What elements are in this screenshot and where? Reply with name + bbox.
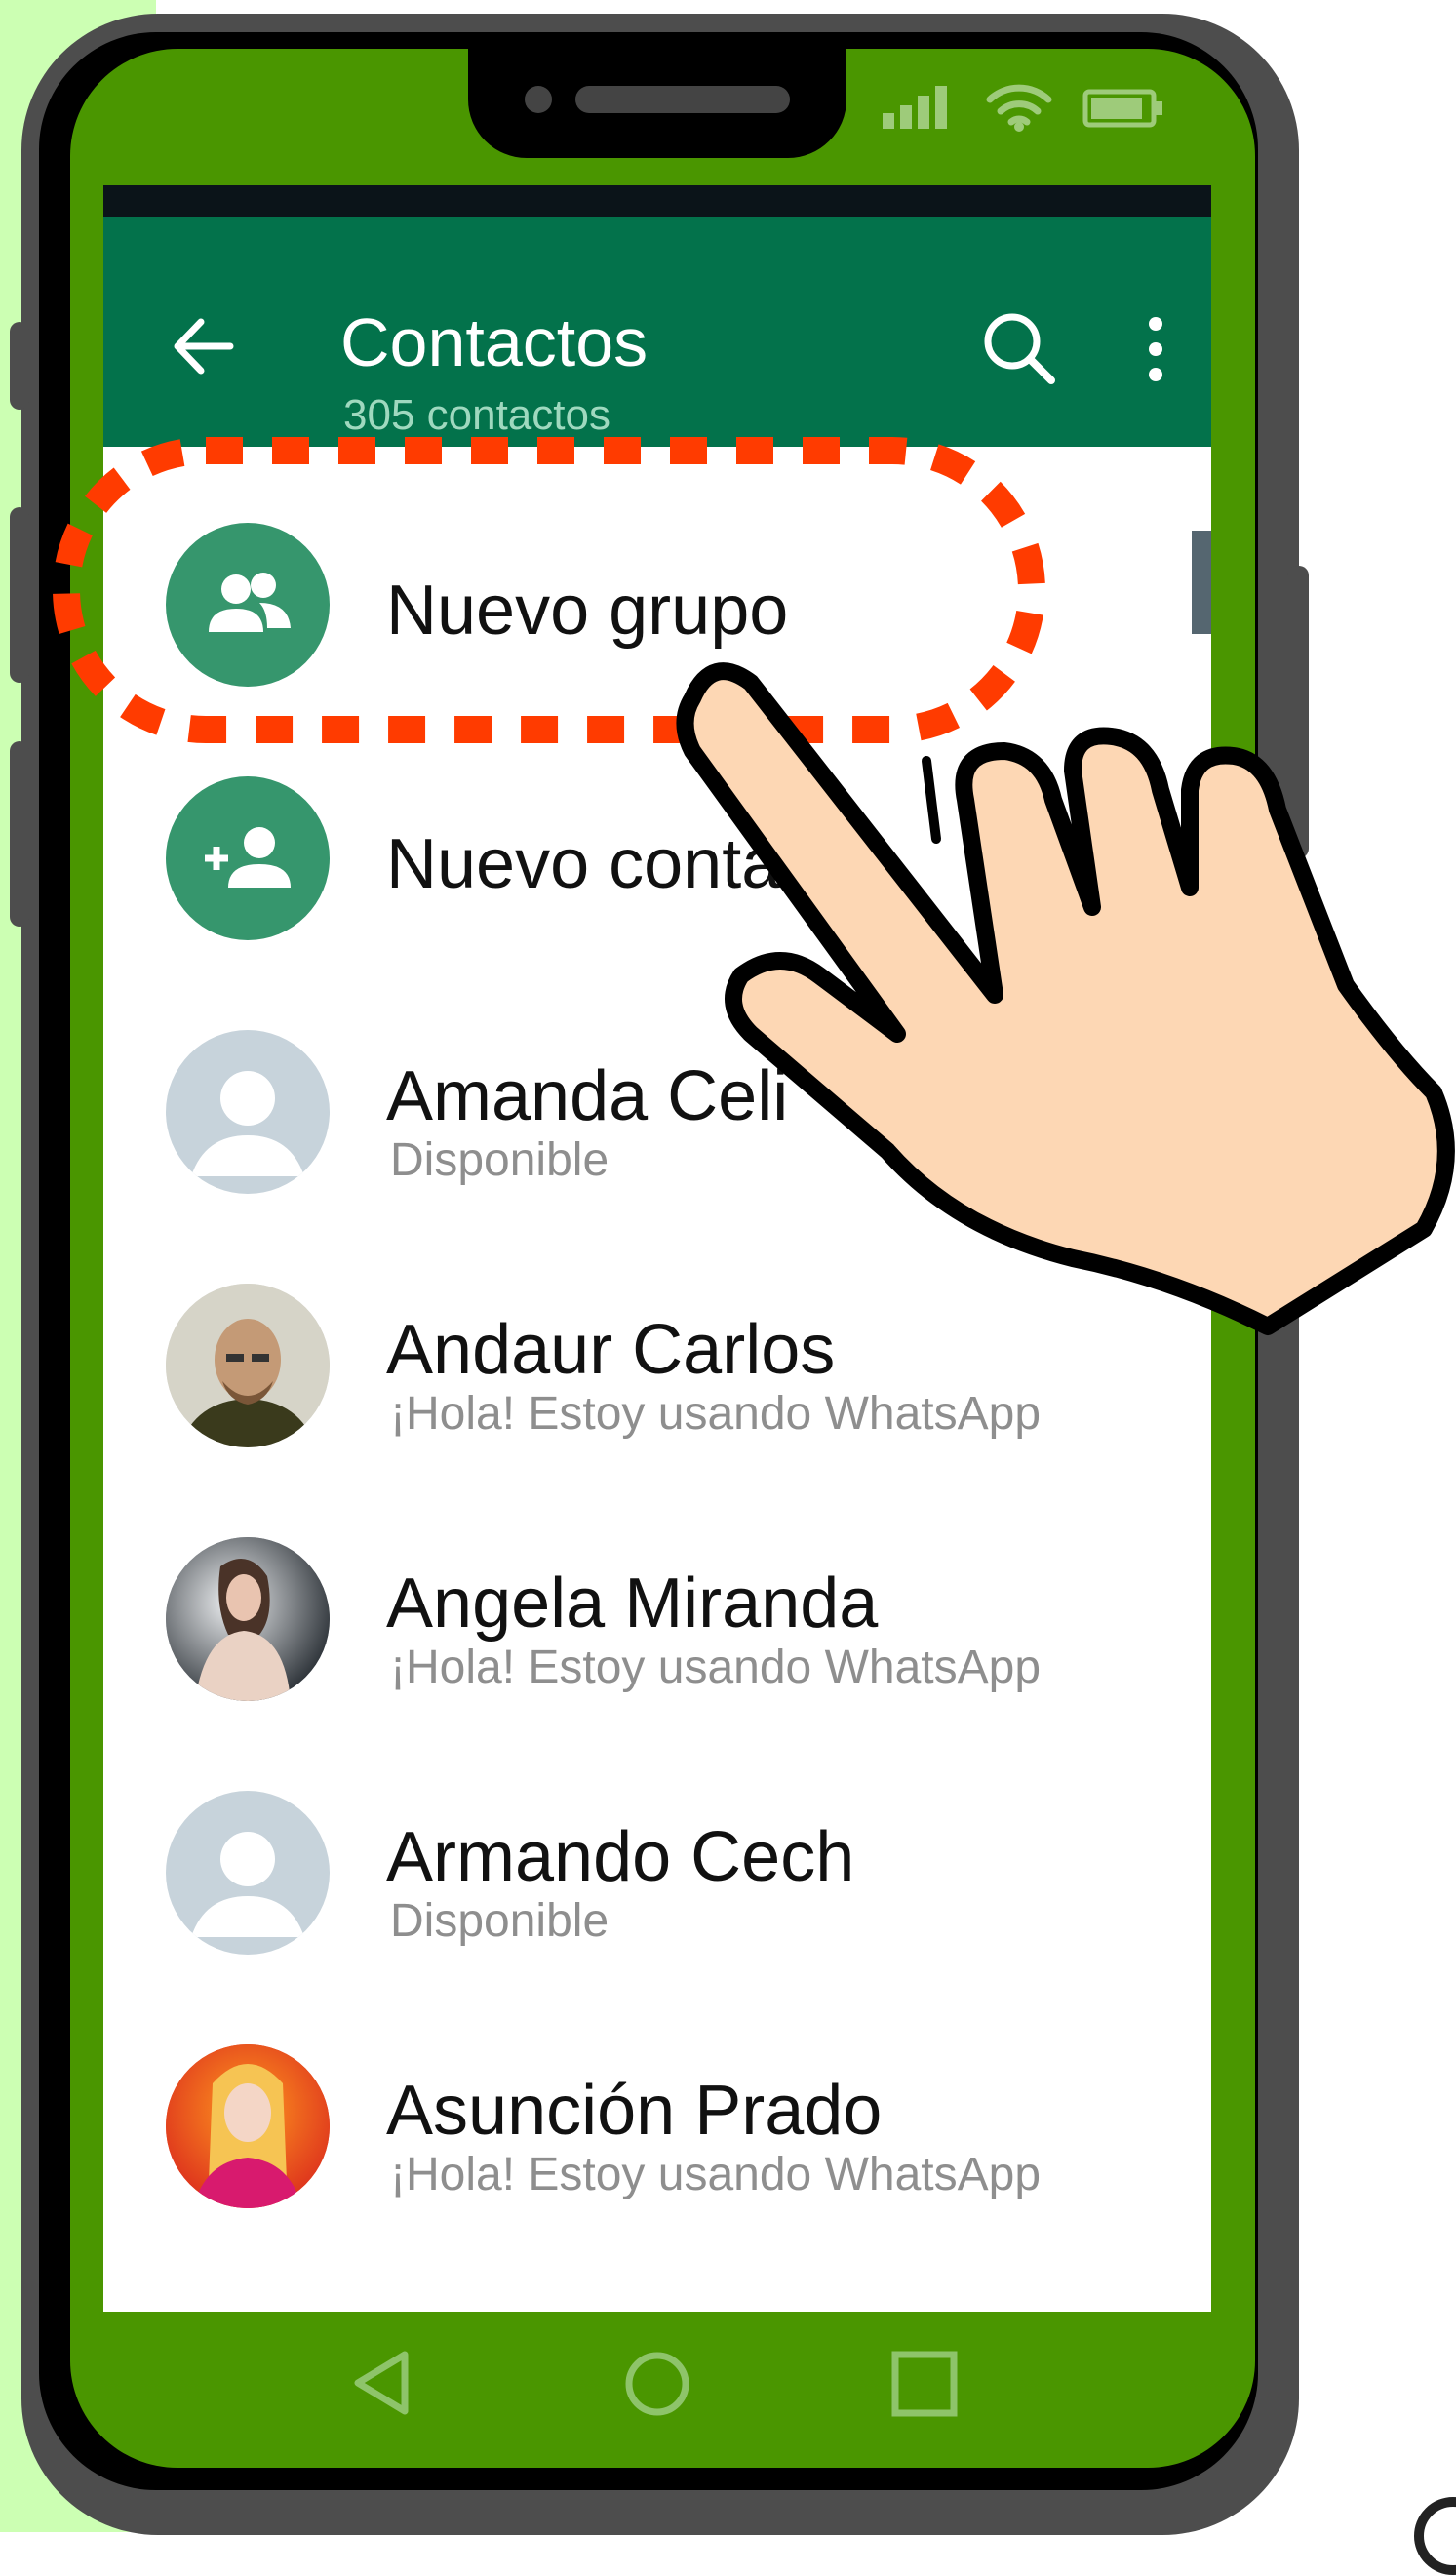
front-camera bbox=[525, 86, 552, 113]
signal-icon bbox=[883, 86, 947, 129]
wifi-icon bbox=[986, 84, 1052, 126]
page-title: Contactos bbox=[340, 304, 649, 380]
square-recents-icon[interactable] bbox=[889, 2349, 960, 2419]
contact-row[interactable]: Asunción Prado ¡Hola! Estoy usando Whats… bbox=[103, 1970, 1211, 2224]
contact-name: Asunción Prado bbox=[386, 2072, 883, 2150]
contact-status: ¡Hola! Estoy usando WhatsApp bbox=[390, 1642, 1042, 1693]
app-bar: Contactos 305 contactos bbox=[103, 217, 1211, 447]
contact-status: ¡Hola! Estoy usando WhatsApp bbox=[390, 1388, 1042, 1440]
triangle-back-icon[interactable] bbox=[348, 2349, 416, 2417]
default-avatar-icon bbox=[166, 1030, 330, 1194]
hand-pointer-icon bbox=[676, 662, 1455, 1335]
contact-row[interactable]: Angela Miranda ¡Hola! Estoy usando Whats… bbox=[103, 1463, 1211, 1717]
phone-side-button bbox=[10, 322, 29, 410]
contact-status: ¡Hola! Estoy usando WhatsApp bbox=[390, 2149, 1042, 2200]
person-add-icon bbox=[166, 776, 330, 940]
more-vert-icon[interactable] bbox=[1143, 314, 1168, 384]
navigation-bar bbox=[70, 2314, 1255, 2450]
contact-name: Armando Cech bbox=[386, 1818, 855, 1896]
avatar bbox=[166, 1537, 330, 1701]
circle-home-icon[interactable] bbox=[622, 2349, 692, 2419]
contact-status: Disponible bbox=[390, 1134, 610, 1186]
search-icon[interactable] bbox=[981, 310, 1057, 386]
battery-icon bbox=[1082, 89, 1162, 128]
contact-name: Angela Miranda bbox=[386, 1565, 879, 1643]
avatar bbox=[166, 1284, 330, 1447]
contact-status: Disponible bbox=[390, 1895, 610, 1947]
contact-row[interactable]: Armando Cech Disponible bbox=[103, 1717, 1211, 1970]
earpiece-speaker bbox=[575, 86, 790, 113]
default-avatar-icon bbox=[166, 1791, 330, 1955]
phone-side-button bbox=[10, 507, 29, 683]
phone-status-icons bbox=[883, 84, 1162, 132]
avatar bbox=[166, 2044, 330, 2208]
arrow-back-icon[interactable] bbox=[170, 312, 238, 380]
status-bar bbox=[103, 185, 1211, 217]
phone-side-button bbox=[10, 741, 29, 927]
corner-decoration bbox=[1414, 2497, 1456, 2575]
